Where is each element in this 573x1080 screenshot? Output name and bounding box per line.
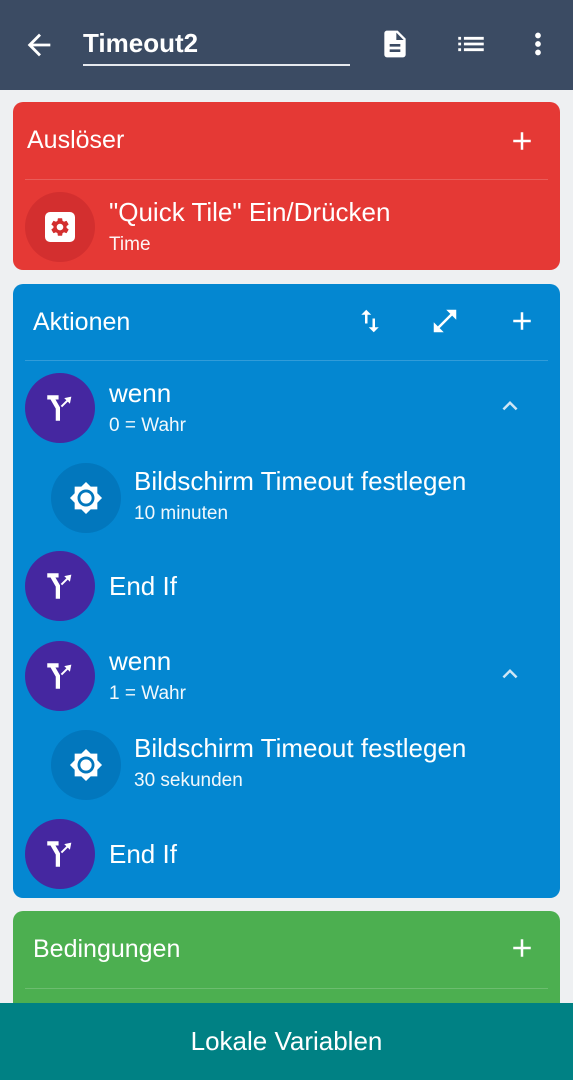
local-variables-label: Lokale Variablen	[190, 1026, 383, 1056]
action-title: wenn	[109, 378, 172, 408]
action-subtitle: 0 = Wahr	[109, 415, 186, 436]
trigger-item[interactable]: "Quick Tile" Ein/Drücken Time	[13, 180, 560, 270]
app-bar: Timeout2	[0, 0, 573, 90]
branch-icon	[25, 641, 95, 711]
action-title: wenn	[109, 646, 172, 676]
action-subtitle: 10 minuten	[134, 503, 229, 524]
add-trigger-plus-icon[interactable]	[507, 126, 537, 156]
action-subtitle: 30 sekunden	[134, 770, 243, 791]
actions-title: Aktionen	[33, 308, 131, 336]
list-icon[interactable]	[453, 26, 489, 62]
action-subtitle: 1 = Wahr	[109, 683, 186, 704]
action-title: End If	[109, 571, 177, 601]
branch-icon	[25, 551, 95, 621]
trigger-icon-circle	[25, 192, 95, 262]
action-item-if[interactable]: wenn 0 = Wahr	[13, 364, 560, 452]
branch-icon	[25, 373, 95, 443]
triggers-title: Auslöser	[27, 126, 125, 154]
description-icon[interactable]	[377, 26, 413, 62]
action-title: End If	[109, 839, 177, 869]
macro-name-text: Timeout2	[83, 28, 199, 58]
action-item-end-if[interactable]: End If	[13, 814, 560, 894]
settings-gear-icon	[45, 212, 75, 242]
constraints-divider	[25, 988, 548, 989]
local-variables-button[interactable]: Lokale Variablen	[0, 1003, 573, 1080]
back-arrow-icon[interactable]	[22, 28, 56, 62]
triggers-card: Auslöser "Quick Tile" Ein/Drücken Time	[13, 102, 560, 270]
constraints-title: Bedingungen	[33, 935, 181, 963]
actions-divider	[25, 360, 548, 361]
reorder-arrows-icon[interactable]	[355, 306, 385, 336]
trigger-title: "Quick Tile" Ein/Drücken	[109, 197, 391, 227]
collapse-chevron-icon[interactable]	[495, 659, 525, 689]
collapse-chevron-icon[interactable]	[495, 391, 525, 421]
action-item-screen-timeout[interactable]: Bildschirm Timeout festlegen 30 sekunden	[13, 719, 560, 807]
action-item-end-if[interactable]: End If	[13, 546, 560, 626]
branch-icon	[25, 819, 95, 889]
brightness-icon	[51, 463, 121, 533]
action-title: Bildschirm Timeout festlegen	[134, 733, 467, 763]
action-item-if[interactable]: wenn 1 = Wahr	[13, 632, 560, 720]
trigger-subtitle: Time	[109, 234, 151, 255]
actions-card: Aktionen wenn 0 = Wahr Bildschirm Timeou…	[13, 284, 560, 898]
brightness-icon	[51, 730, 121, 800]
action-title: Bildschirm Timeout festlegen	[134, 466, 467, 496]
action-item-screen-timeout[interactable]: Bildschirm Timeout festlegen 10 minuten	[13, 452, 560, 540]
macro-name-field[interactable]: Timeout2	[83, 24, 350, 66]
expand-arrows-icon[interactable]	[430, 306, 460, 336]
add-action-plus-icon[interactable]	[507, 306, 537, 336]
add-constraint-plus-icon[interactable]	[507, 933, 537, 963]
more-vert-icon[interactable]	[520, 26, 556, 62]
